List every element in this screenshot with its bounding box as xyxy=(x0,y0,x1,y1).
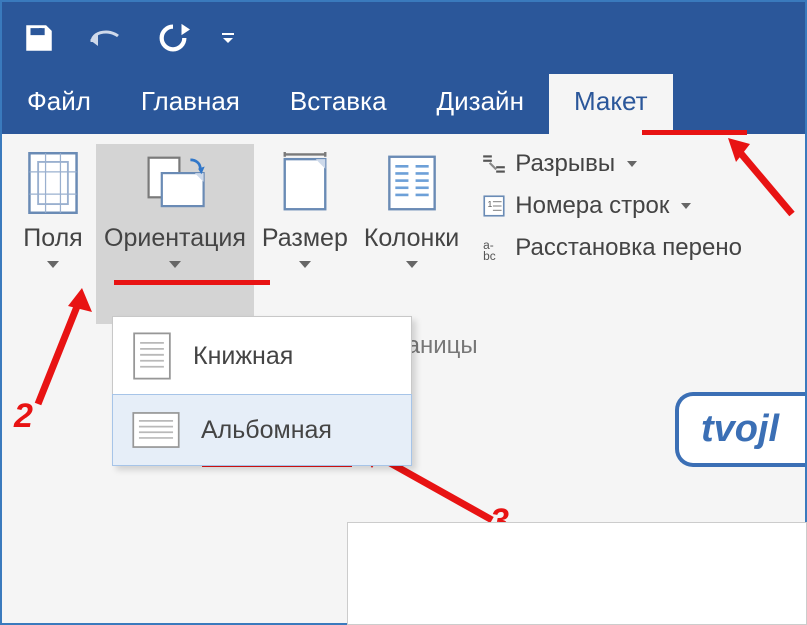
annotation-arrow-to-layout xyxy=(722,132,802,222)
hyphenation-button[interactable]: a- bc Расстановка перено xyxy=(481,234,742,262)
chevron-down-icon xyxy=(47,261,59,268)
svg-text:bc: bc xyxy=(483,249,496,260)
breaks-icon xyxy=(481,152,507,176)
columns-label: Колонки xyxy=(364,224,459,253)
size-button[interactable]: Размер xyxy=(254,144,356,324)
undo-button[interactable] xyxy=(86,23,126,53)
undo-icon xyxy=(86,23,126,53)
portrait-label: Книжная xyxy=(193,342,293,371)
margins-label: Поля xyxy=(23,224,82,253)
ribbon-tabs: Файл Главная Вставка Дизайн Макет xyxy=(2,74,805,134)
document-canvas[interactable] xyxy=(347,522,807,625)
hyphenation-icon: a- bc xyxy=(481,236,507,260)
columns-icon xyxy=(377,148,447,218)
tab-insert[interactable]: Вставка xyxy=(265,74,412,134)
save-button[interactable] xyxy=(22,21,56,55)
line-numbers-label: Номера строк xyxy=(515,192,669,220)
line-numbers-button[interactable]: 1 Номера строк xyxy=(481,192,742,220)
landscape-page-icon xyxy=(131,409,181,451)
breaks-button[interactable]: Разрывы xyxy=(481,150,742,178)
tab-file[interactable]: Файл xyxy=(2,74,116,134)
orientation-dropdown: Книжная Альбомная xyxy=(112,316,412,466)
annotation-arrow-to-orientation xyxy=(30,282,100,412)
ribbon-layout: Поля Ориентация Размер xyxy=(2,134,805,324)
quick-access-toolbar xyxy=(2,2,805,74)
chevron-down-icon xyxy=(169,261,181,268)
page-setup-subcommands: Разрывы 1 Номера строк a- bc Расстановка… xyxy=(467,144,742,324)
portrait-page-icon xyxy=(131,331,173,381)
hyphenation-label: Расстановка перено xyxy=(515,234,742,262)
save-icon xyxy=(22,21,56,55)
chevron-down-icon xyxy=(627,161,637,167)
watermark-badge: tvojl xyxy=(675,392,805,467)
columns-button[interactable]: Колонки xyxy=(356,144,467,324)
landscape-label: Альбомная xyxy=(201,416,332,445)
chevron-down-icon xyxy=(220,30,236,46)
size-icon xyxy=(270,148,340,218)
redo-button[interactable] xyxy=(156,21,190,55)
orientation-label: Ориентация xyxy=(104,224,246,253)
annotation-underline-orientation xyxy=(114,280,270,285)
chevron-down-icon xyxy=(299,261,311,268)
redo-icon xyxy=(156,21,190,55)
orientation-landscape[interactable]: Альбомная xyxy=(112,394,412,466)
orientation-icon xyxy=(140,148,210,218)
tab-layout[interactable]: Макет xyxy=(549,74,673,134)
line-numbers-icon: 1 xyxy=(481,194,507,218)
svg-text:1: 1 xyxy=(488,199,493,209)
orientation-portrait[interactable]: Книжная xyxy=(113,317,411,395)
chevron-down-icon xyxy=(406,261,418,268)
size-label: Размер xyxy=(262,224,348,253)
tab-design[interactable]: Дизайн xyxy=(412,74,549,134)
margins-icon xyxy=(18,148,88,218)
orientation-button[interactable]: Ориентация xyxy=(96,144,254,324)
breaks-label: Разрывы xyxy=(515,150,615,178)
customize-qat[interactable] xyxy=(220,30,236,46)
tab-home[interactable]: Главная xyxy=(116,74,265,134)
chevron-down-icon xyxy=(681,203,691,209)
